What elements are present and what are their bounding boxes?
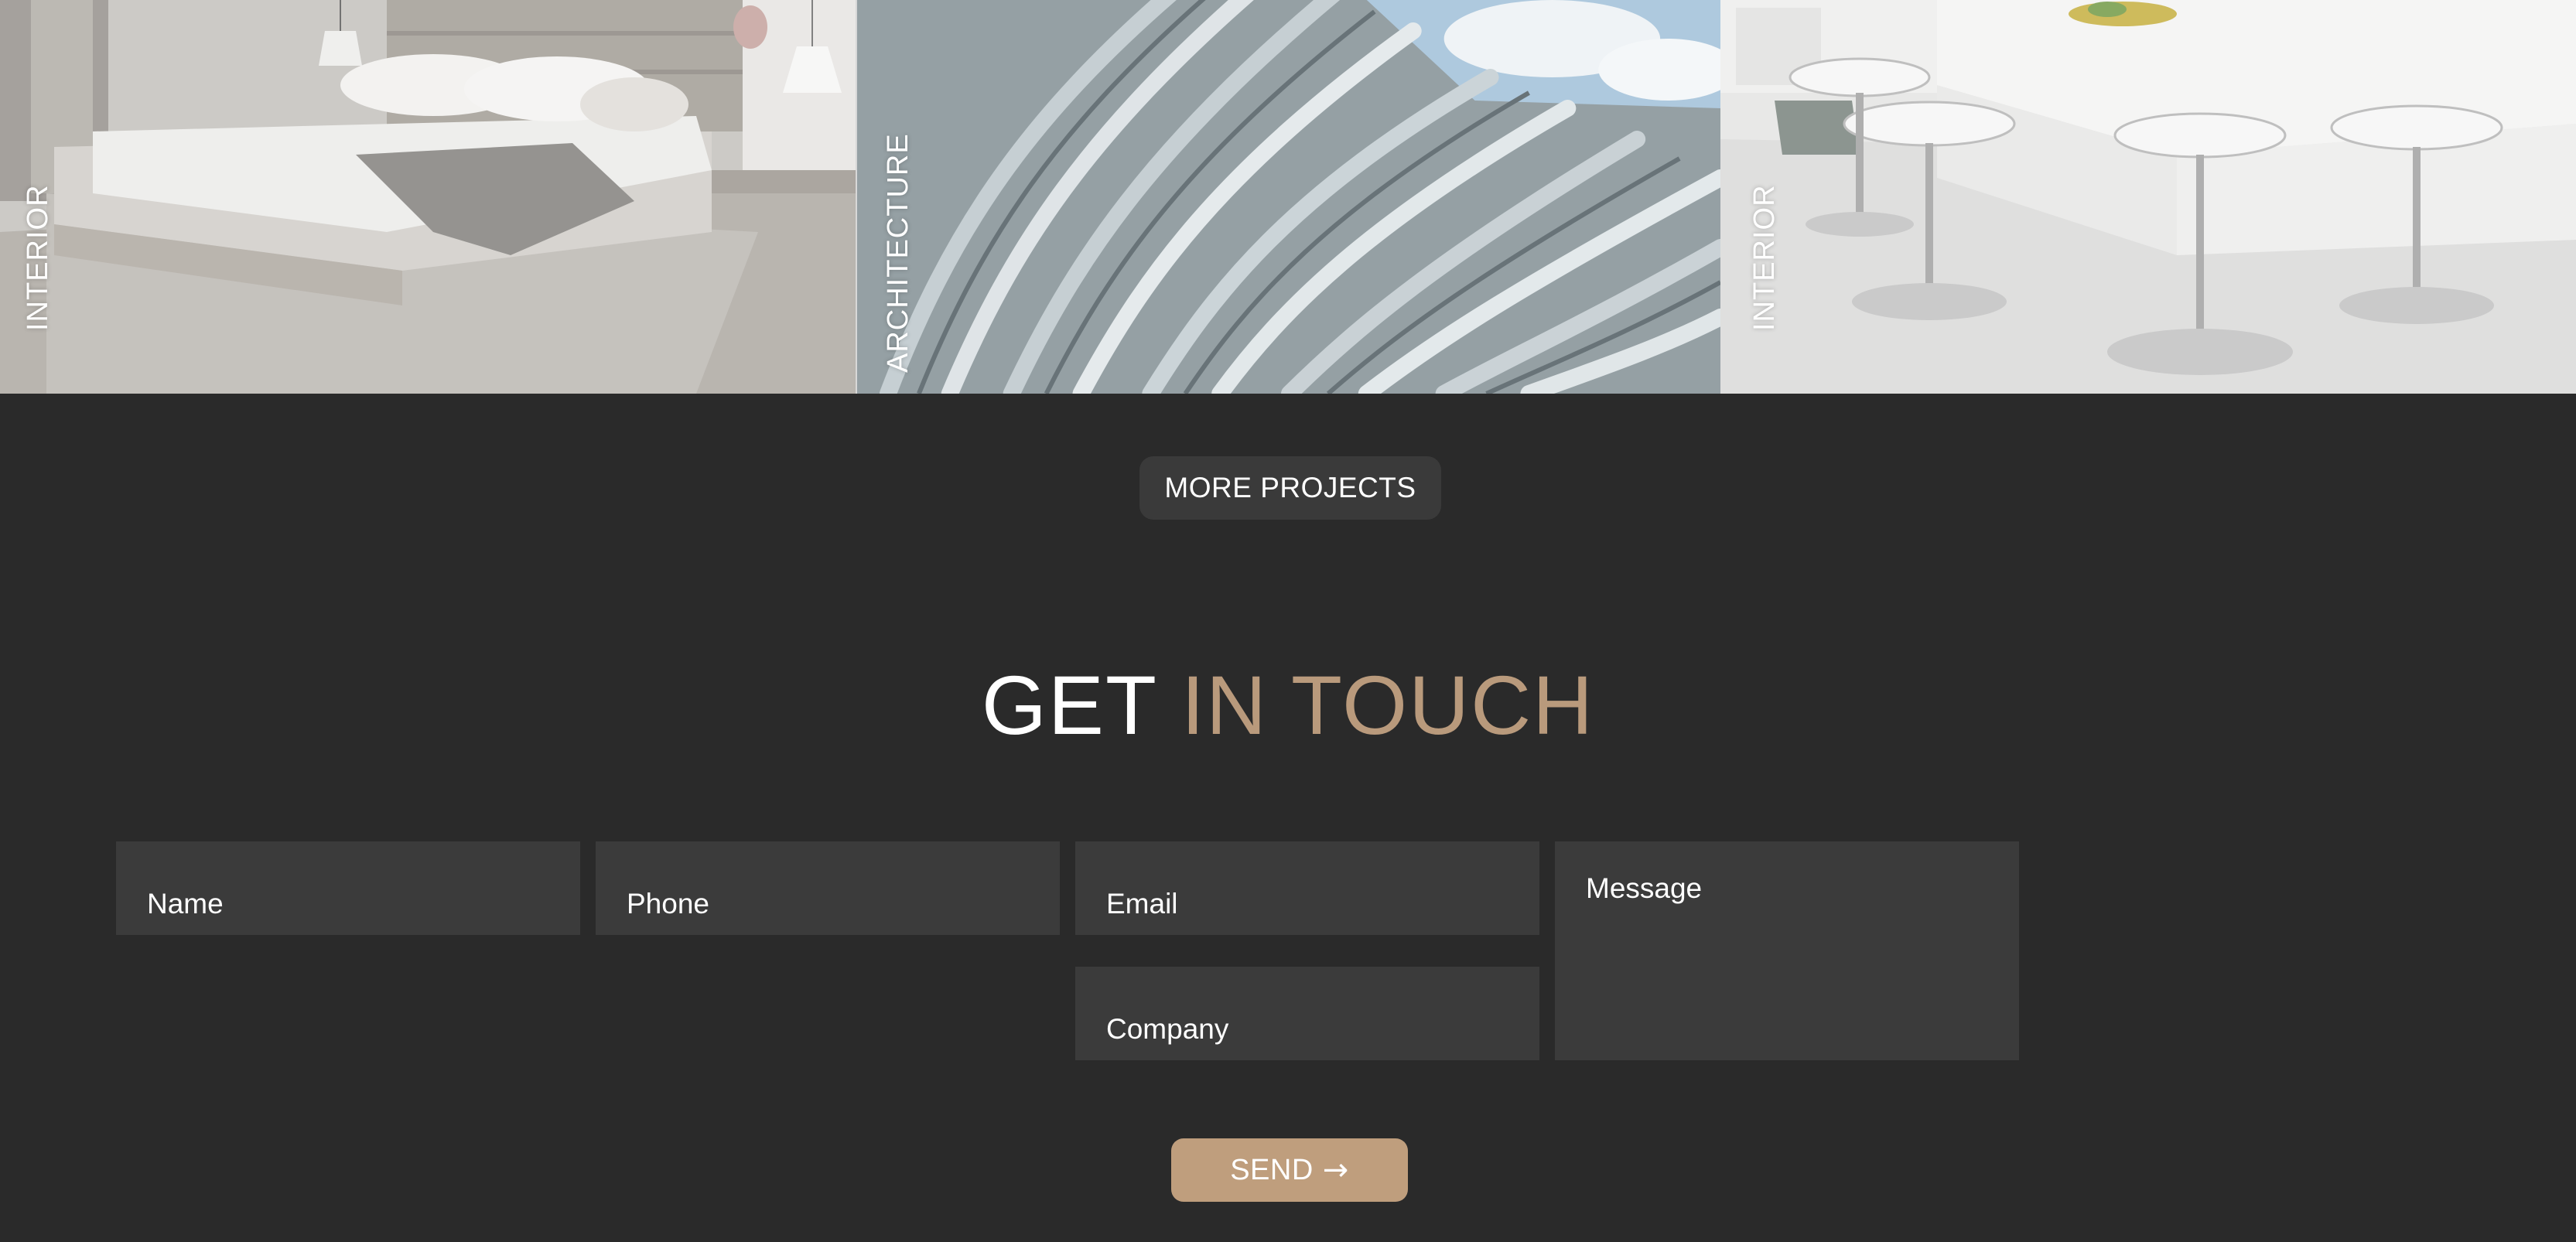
facade-image	[857, 0, 1720, 394]
company-field[interactable]	[1075, 967, 1539, 1060]
contact-heading: GET IN TOUCH	[0, 659, 2576, 752]
email-field[interactable]	[1075, 841, 1539, 935]
project-tile-kitchen[interactable]: INTERIOR	[1720, 0, 2576, 394]
send-button[interactable]: SEND →	[1171, 1138, 1408, 1202]
project-label: INTERIOR	[1748, 184, 1781, 331]
heading-accent: IN TOUCH	[1181, 658, 1595, 752]
project-label: INTERIOR	[22, 184, 54, 331]
project-tile-bedroom[interactable]: INTERIOR	[0, 0, 856, 394]
heading-plain: GET	[981, 658, 1156, 752]
bedroom-image	[0, 0, 856, 394]
arrow-right-icon: →	[1322, 1152, 1349, 1188]
kitchen-image	[1720, 0, 2576, 394]
more-projects-button[interactable]: MORE PROJECTS	[1139, 456, 1441, 520]
message-field[interactable]	[1555, 841, 2019, 1060]
project-label: ARCHITECTURE	[882, 133, 914, 373]
phone-field[interactable]	[596, 841, 1060, 935]
send-label: SEND	[1230, 1153, 1314, 1186]
project-tile-architecture[interactable]: ARCHITECTURE	[856, 0, 1720, 394]
name-field[interactable]	[116, 841, 580, 935]
projects-strip: INTERIOR ARCHITECTURE INTERIOR	[0, 0, 2576, 394]
